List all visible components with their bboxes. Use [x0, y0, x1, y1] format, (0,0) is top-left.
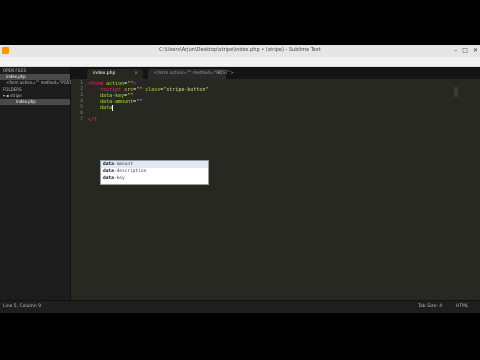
status-position: Line 5, Column 9 — [3, 304, 42, 309]
minimize-icon[interactable]: – — [454, 46, 457, 55]
sidebar: OPEN FILES index.php <form action="" met… — [0, 67, 81, 300]
status-bar: Line 5, Column 9 Tab Size: 4 HTML — [0, 300, 480, 313]
menu-bar: FileEditSelectionFindViewGotoToolsProjec… — [0, 57, 480, 74]
window-title: C:\Users\Arjun\Desktop\stripe\index.php … — [159, 47, 321, 53]
autocomplete-item[interactable]: data-amount — [101, 161, 208, 168]
sublime-window: C:\Users\Arjun\Desktop\stripe\index.php … — [0, 45, 480, 313]
status-syntax[interactable]: HTML — [456, 301, 469, 313]
tab-label: index.php — [93, 71, 116, 76]
close-icon[interactable]: ✕ — [473, 46, 478, 55]
title-bar: C:\Users\Arjun\Desktop\stripe\index.php … — [0, 45, 480, 57]
minimap[interactable] — [454, 87, 458, 97]
text-cursor — [112, 105, 114, 111]
sidebar-open-file-form[interactable]: <form action="" method="POST"...> — [6, 80, 81, 86]
tab-close-icon[interactable]: × — [217, 69, 221, 79]
sidebar-folder-file-index[interactable]: index.php — [0, 99, 70, 105]
tab-form-snippet[interactable]: <form action="" method="POST"> × — [148, 69, 234, 79]
line-number: 7 — [80, 117, 83, 122]
autocomplete-item[interactable]: data-description — [101, 168, 208, 175]
tab-close-icon[interactable]: × — [134, 69, 138, 79]
tab-index-php[interactable]: index.php × — [87, 69, 143, 79]
autocomplete-item[interactable]: data-key — [101, 175, 208, 182]
status-tab-size[interactable]: Tab Size: 4 — [418, 301, 442, 313]
tab-label: <form action="" method="POST"> — [154, 71, 234, 76]
line-number-gutter: 1 2 3 4 5 6 7 — [71, 79, 83, 300]
tab-bar: index.php × <form action="" method="POST… — [71, 67, 480, 79]
maximize-icon[interactable]: □ — [462, 46, 468, 55]
code-line-5: data — [100, 105, 114, 111]
code-editor[interactable]: 1 2 3 4 5 6 7 <form action=""> <script s… — [71, 79, 480, 300]
autocomplete-popup: data-amount data-description data-key — [100, 160, 209, 185]
code-line-7: </f — [88, 117, 98, 123]
window-controls: – □ ✕ — [454, 46, 478, 55]
